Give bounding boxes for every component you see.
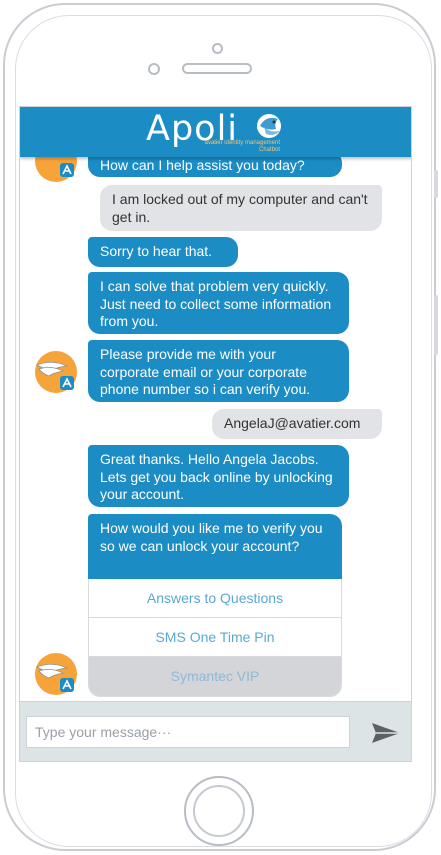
- bot-message: Please provide me with your corporate em…: [88, 340, 349, 402]
- chat-screen: Apoli avatier identity management Chatbo…: [19, 106, 412, 762]
- side-button: [434, 170, 438, 198]
- quick-reply-group: Answers to Questions SMS One Time Pin Sy…: [88, 579, 342, 697]
- home-button-ring: [193, 785, 245, 837]
- bot-avatar-icon: [35, 351, 77, 393]
- bot-message: I can solve that problem very quickly. J…: [88, 272, 349, 334]
- brand-tagline: avatier identity management Chatbot: [180, 140, 280, 154]
- quick-reply-sms-one-time-pin[interactable]: SMS One Time Pin: [89, 618, 341, 657]
- composer-bar: [20, 701, 411, 761]
- chat-header: Apoli avatier identity management Chatbo…: [20, 107, 411, 157]
- home-button[interactable]: [184, 776, 254, 846]
- quick-reply-symantec-vip: Symantec VIP: [89, 657, 341, 696]
- user-message: I am locked out of my computer and can't…: [100, 185, 382, 231]
- sensor-icon: [148, 63, 160, 75]
- bot-message: Sorry to hear that.: [88, 237, 238, 267]
- camera-icon: [212, 43, 223, 54]
- bot-message: Great thanks. Hello Angela Jacobs. Lets …: [88, 445, 349, 507]
- user-message: AngelaJ@avatier.com: [212, 409, 382, 439]
- speaker-grille: [182, 63, 252, 74]
- message-input[interactable]: [26, 716, 350, 748]
- quick-reply-answers-to-questions[interactable]: Answers to Questions: [89, 579, 341, 618]
- message-list: How can I help assist you today? I am lo…: [20, 140, 411, 701]
- tagline-line-2: Chatbot: [258, 147, 280, 153]
- bot-avatar-icon: [35, 653, 77, 695]
- parrot-logo-icon: [257, 114, 281, 138]
- tagline-line-1: avatier identity management: [204, 140, 280, 146]
- volume-button: [434, 295, 438, 355]
- bot-message: How would you like me to verify you so w…: [88, 514, 342, 579]
- send-arrow-icon[interactable]: [370, 720, 402, 746]
